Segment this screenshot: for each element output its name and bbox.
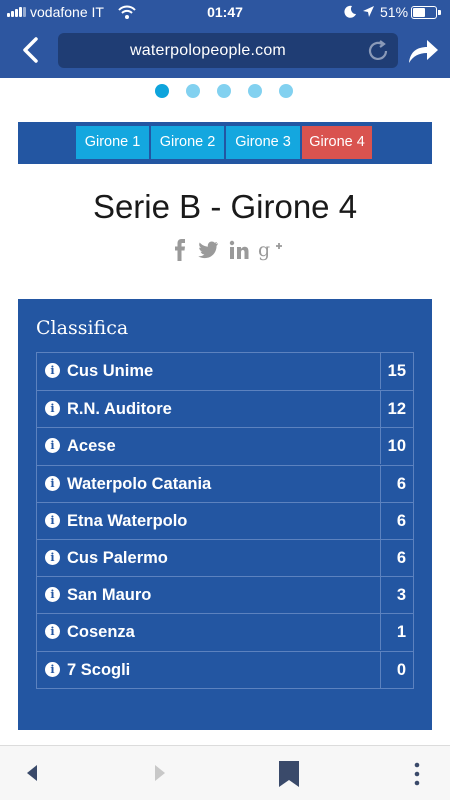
carousel-dot[interactable]	[186, 84, 200, 98]
carousel-indicator	[155, 84, 300, 100]
table-row[interactable]: i Acese 10	[37, 427, 413, 465]
team-points: 3	[380, 577, 413, 614]
team-points: 12	[380, 391, 413, 428]
team-name: 7 Scogli	[67, 660, 131, 679]
battery-icon	[411, 6, 441, 19]
info-icon[interactable]: i	[45, 624, 60, 640]
info-icon[interactable]: i	[45, 363, 60, 378]
table-row[interactable]: i Cus Unime 15	[37, 353, 413, 390]
team-name: Cus Unime	[67, 362, 154, 380]
team-name: San Mauro	[67, 586, 152, 605]
table-row[interactable]: i R.N. Auditore 12	[37, 390, 413, 428]
facebook-icon[interactable]	[174, 238, 186, 262]
carousel-dot[interactable]	[248, 84, 262, 98]
team-points: 0	[380, 651, 413, 688]
location-icon	[363, 6, 374, 17]
bottom-toolbar	[0, 745, 450, 800]
table-row[interactable]: i Cosenza 1	[37, 613, 413, 651]
team-name: R.N. Auditore	[67, 400, 172, 419]
info-icon[interactable]: i	[45, 512, 60, 528]
google-plus-icon[interactable]: g	[258, 239, 284, 261]
forward-arrow-icon[interactable]	[153, 764, 167, 782]
table-row[interactable]: i Cus Palermo 6	[37, 538, 413, 576]
carousel-dot[interactable]	[279, 84, 293, 98]
bookmark-icon[interactable]	[278, 760, 300, 788]
info-icon[interactable]: i	[45, 475, 60, 491]
team-points: 1	[380, 614, 413, 651]
tab-girone-1[interactable]: Girone 1	[76, 126, 149, 159]
team-points: 15	[380, 353, 413, 389]
tab-girone-4[interactable]: Girone 4	[302, 126, 372, 159]
twitter-icon[interactable]	[197, 241, 219, 259]
reload-icon[interactable]	[366, 39, 390, 63]
battery-percentage: 51%	[380, 4, 409, 20]
page-title: Serie B - Girone 4	[92, 188, 358, 225]
table-row[interactable]: i San Mauro 3	[37, 576, 413, 614]
team-points: 6	[380, 502, 413, 539]
share-icon[interactable]	[406, 36, 440, 66]
standings-panel: Classifica i Cus Unime 15 i R.N. Auditor…	[18, 299, 432, 730]
url-text[interactable]: waterpolopeople.com	[58, 33, 358, 68]
tab-girone-3[interactable]: Girone 3	[226, 126, 300, 159]
team-name: Cus Palermo	[67, 548, 168, 567]
team-name: Etna Waterpolo	[67, 511, 188, 530]
standings-table: i Cus Unime 15 i R.N. Auditore 12 i Aces…	[36, 352, 414, 689]
table-row[interactable]: i 7 Scogli 0	[37, 650, 413, 688]
table-row[interactable]: i Etna Waterpolo 6	[37, 501, 413, 539]
back-icon[interactable]	[18, 36, 44, 64]
browser-chrome: vodafone IT 01:47 51% waterpolopeople.co…	[0, 0, 450, 78]
team-points: 10	[380, 428, 413, 465]
status-bar: vodafone IT 01:47 51%	[0, 0, 450, 24]
address-bar[interactable]: waterpolopeople.com	[58, 33, 398, 68]
team-points: 6	[380, 465, 413, 502]
tab-girone-2[interactable]: Girone 2	[151, 126, 224, 159]
carousel-dot[interactable]	[155, 84, 169, 98]
moon-icon	[344, 5, 356, 18]
info-icon[interactable]: i	[45, 438, 60, 454]
info-icon[interactable]: i	[45, 587, 60, 603]
team-name: Acese	[67, 437, 116, 456]
linkedin-icon[interactable]	[229, 240, 249, 260]
group-tabs: Girone 1 Girone 2 Girone 3 Girone 4	[18, 122, 432, 164]
back-arrow-icon[interactable]	[25, 764, 39, 782]
team-points: 6	[380, 539, 413, 576]
info-icon[interactable]: i	[45, 549, 60, 565]
team-name: Waterpolo Catania	[67, 474, 212, 493]
info-icon[interactable]: i	[45, 661, 60, 677]
carousel-dot[interactable]	[217, 84, 231, 98]
team-name: Cosenza	[67, 623, 135, 642]
social-share: g	[170, 238, 285, 264]
more-icon[interactable]	[413, 762, 421, 786]
standings-title: Classifica	[36, 317, 129, 339]
table-row[interactable]: i Waterpolo Catania 6	[37, 464, 413, 502]
svg-text:g: g	[258, 239, 270, 261]
info-icon[interactable]: i	[45, 401, 60, 417]
battery-fill	[413, 8, 426, 17]
